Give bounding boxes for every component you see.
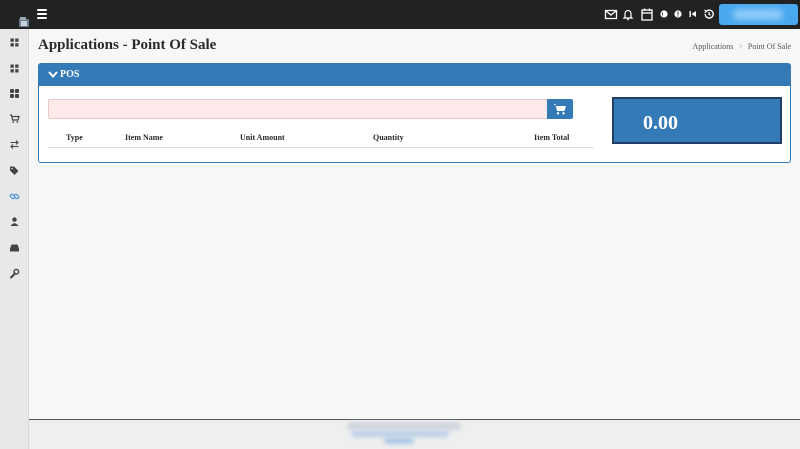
footer xyxy=(29,419,800,449)
grid-icon xyxy=(10,89,19,98)
column-header-unit-amount[interactable]: Unit Amount xyxy=(240,133,285,142)
sidebar-item-apps[interactable] xyxy=(9,88,20,99)
pos-panel-heading[interactable]: POS xyxy=(39,64,790,86)
footer-version-redacted xyxy=(384,438,414,444)
column-header-item-total[interactable]: Item Total xyxy=(534,133,569,142)
dashboard-icon xyxy=(10,38,19,47)
order-total-display: 0.00 xyxy=(612,97,782,144)
dashboard-icon xyxy=(10,64,19,73)
brand-logo[interactable] xyxy=(18,15,30,27)
column-header-item-name[interactable]: Item Name xyxy=(125,133,163,142)
breadcrumb-current: Point Of Sale xyxy=(747,42,791,51)
envelope-icon[interactable] xyxy=(604,7,618,21)
info-icon[interactable] xyxy=(671,7,685,21)
pos-panel: POS Type Item Name Unit Amount Quantity … xyxy=(38,63,791,163)
hdd-icon xyxy=(10,244,19,252)
table-header-row: Type Item Name Unit Amount Quantity Item… xyxy=(48,130,594,148)
user-name-redacted xyxy=(733,9,783,20)
sidebar-item-users[interactable] xyxy=(9,216,20,227)
breadcrumb-separator: > xyxy=(738,42,743,51)
sidebar-item-links[interactable] xyxy=(9,191,20,202)
history-icon[interactable] xyxy=(702,7,716,21)
step-backward-icon[interactable] xyxy=(686,7,700,21)
calendar-icon[interactable] xyxy=(640,7,654,21)
footer-link-redacted xyxy=(351,431,449,437)
sidebar-item-transfers[interactable] xyxy=(9,139,20,150)
product-search-input[interactable] xyxy=(48,99,548,119)
page-title: Applications - Point Of Sale xyxy=(38,37,217,53)
breadcrumb: Applications > Point Of Sale xyxy=(692,42,791,51)
link-icon xyxy=(9,193,20,200)
transfer-icon xyxy=(10,140,19,149)
order-total-amount: 0.00 xyxy=(643,112,678,134)
menu-toggle-icon[interactable] xyxy=(37,9,47,19)
chevron-down-icon xyxy=(48,71,58,79)
pos-panel-title: POS xyxy=(60,69,80,80)
sidebar-item-dashboard[interactable] xyxy=(9,37,20,48)
sidebar-item-settings[interactable] xyxy=(9,268,20,279)
footer-text-redacted xyxy=(347,422,461,430)
sidebar-item-dashboard-2[interactable] xyxy=(9,63,20,74)
sidebar-item-sales[interactable] xyxy=(9,113,20,124)
add-to-cart-button[interactable] xyxy=(547,99,573,119)
breadcrumb-link-applications[interactable]: Applications xyxy=(692,42,733,51)
user-icon xyxy=(10,217,19,226)
wrench-icon xyxy=(10,268,20,279)
shopping-cart-icon xyxy=(553,104,566,115)
column-header-type[interactable]: Type xyxy=(66,133,83,142)
sidebar-item-storage[interactable] xyxy=(9,242,20,253)
column-header-quantity[interactable]: Quantity xyxy=(373,133,404,142)
sidebar xyxy=(0,29,29,449)
bell-icon[interactable] xyxy=(621,7,635,21)
pos-items-table: Type Item Name Unit Amount Quantity Item… xyxy=(48,130,594,148)
tags-icon xyxy=(10,166,19,175)
shopping-cart-icon xyxy=(10,114,20,123)
top-navbar xyxy=(0,0,800,29)
sidebar-item-tags[interactable] xyxy=(9,165,20,176)
user-menu-button[interactable] xyxy=(719,4,798,25)
globe-icon[interactable] xyxy=(657,7,671,21)
